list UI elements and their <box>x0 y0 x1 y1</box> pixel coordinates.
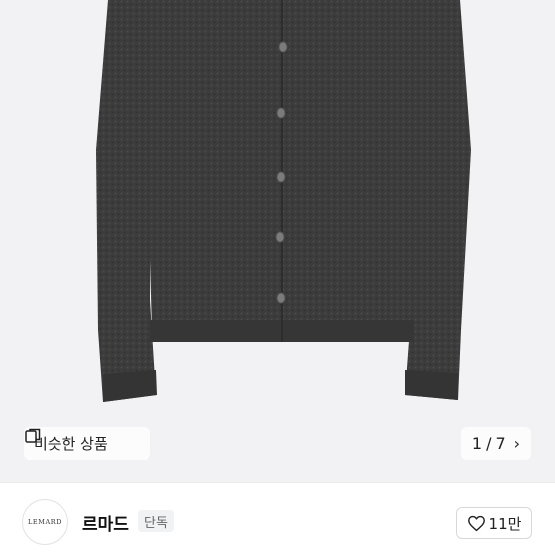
heart-icon <box>467 515 485 531</box>
shop-logo-text: LEMARD <box>27 518 63 526</box>
product-image <box>96 0 471 402</box>
similar-items-icon <box>25 428 41 443</box>
like-count: 11만 <box>488 514 522 533</box>
shop-info-row: LEMARD 르마드 단독 11만 <box>0 483 555 555</box>
exclusive-badge: 단독 <box>138 510 174 532</box>
page-current: 1 <box>471 434 483 453</box>
shop-name[interactable]: 르마드 <box>82 510 129 535</box>
shop-avatar[interactable]: LEMARD <box>22 499 68 545</box>
product-image-gallery[interactable]: 비슷한 상품 1 / 7 › <box>0 0 555 482</box>
similar-items-button[interactable]: 비슷한 상품 <box>24 427 150 460</box>
page-separator: / <box>486 434 492 453</box>
similar-items-label: 비슷한 상품 <box>34 435 108 453</box>
like-button[interactable]: 11만 <box>456 507 532 539</box>
page-total: 7 <box>495 434 506 453</box>
image-pager[interactable]: 1 / 7 › <box>461 427 531 460</box>
chevron-right-icon: › <box>513 434 521 453</box>
